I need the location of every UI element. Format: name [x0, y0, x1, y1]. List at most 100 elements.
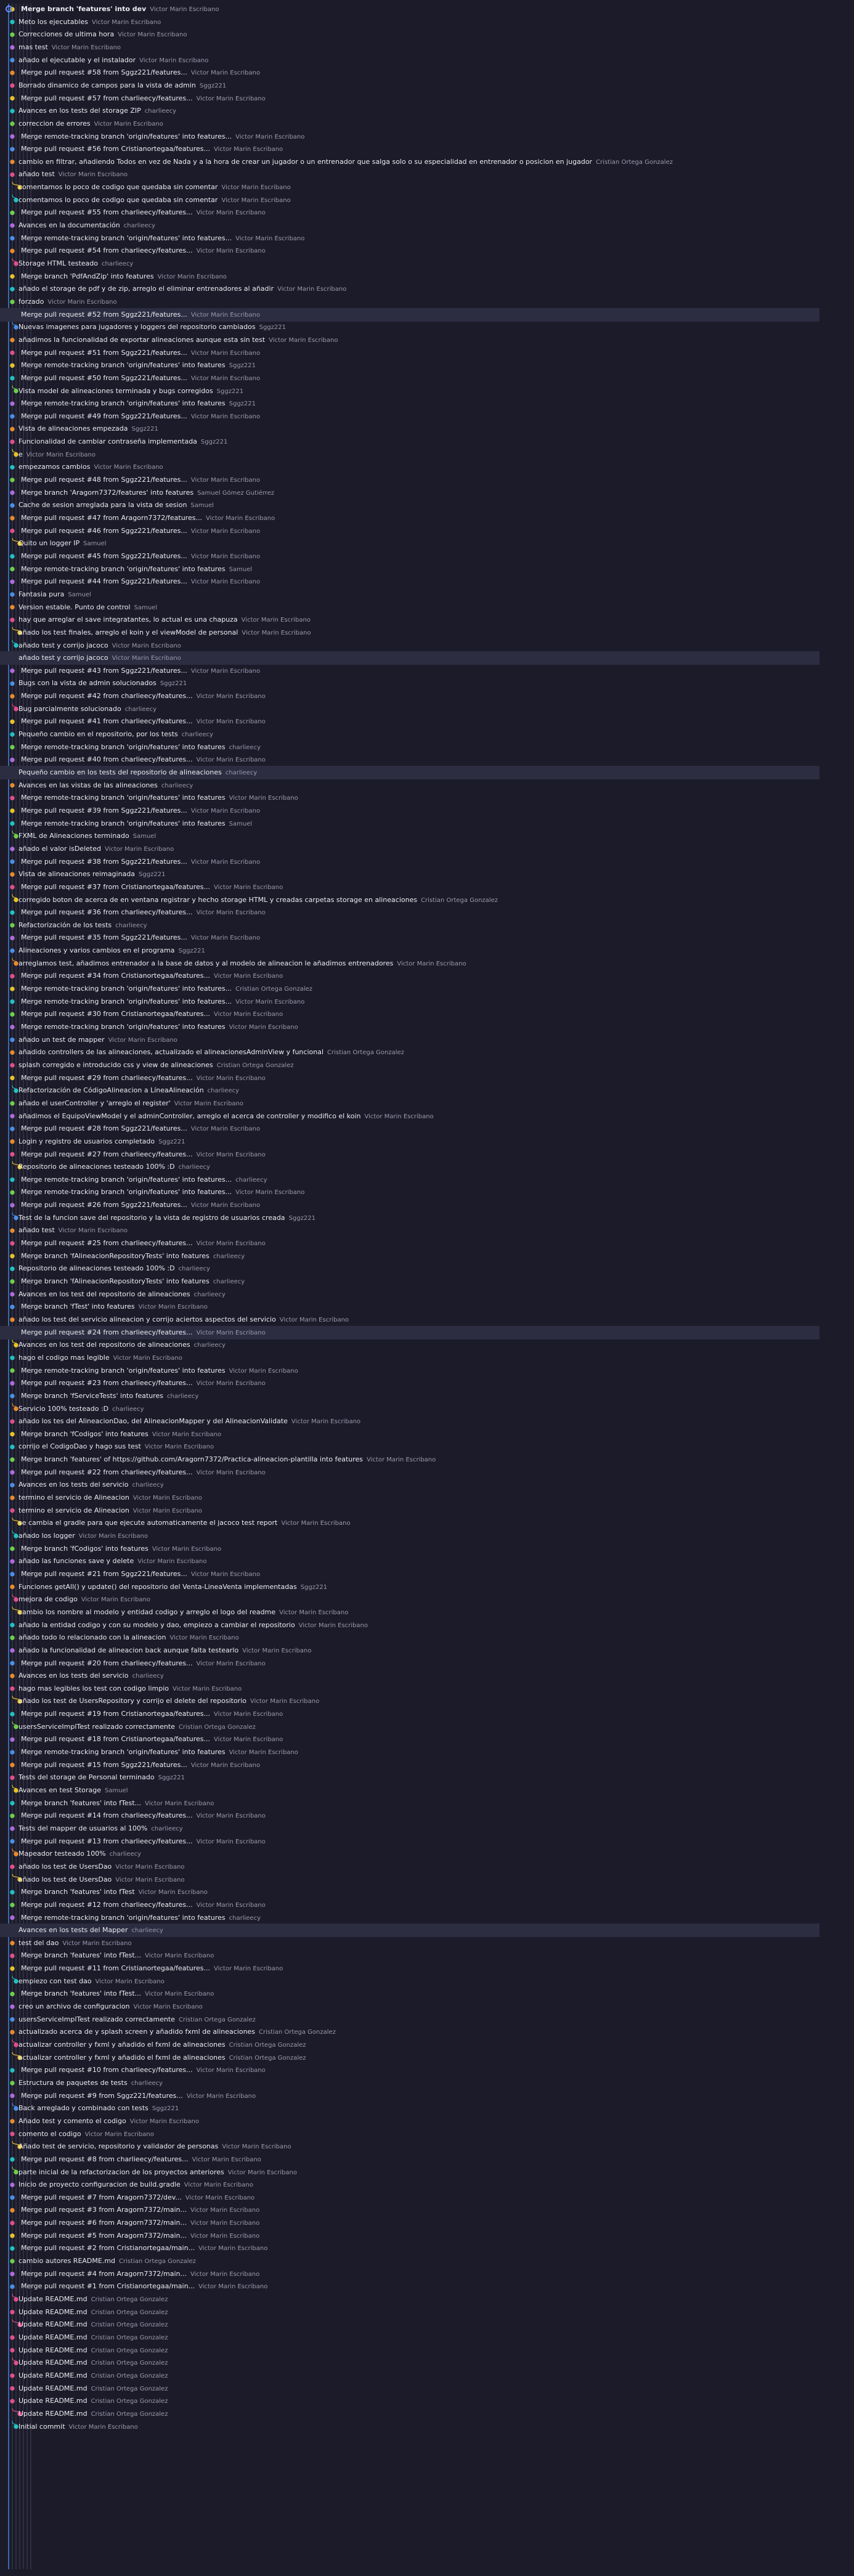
- commit-row[interactable]: Login y registro de usuarios completado S…: [0, 1135, 826, 1148]
- commit-row[interactable]: hago el codigo mas legible Victor Marin E…: [0, 1351, 826, 1365]
- commit-row[interactable]: Merge pull request #43 from Sggz221/feat…: [0, 664, 826, 678]
- commit-row[interactable]: Mapeador testeado 100% charlieecy: [0, 1847, 826, 1861]
- commit-row[interactable]: Avances en los test del repositorio de a…: [0, 1338, 826, 1352]
- commit-row[interactable]: Test de la funcion save del repositorio …: [0, 1211, 826, 1225]
- commit-row[interactable]: Correcciones de ultima hora Victor Marin …: [0, 28, 826, 41]
- commit-row[interactable]: termino el servicio de Alineacion Victor …: [0, 1504, 826, 1518]
- commit-row[interactable]: añado el valor isDeleted Victor Marin Esc…: [0, 842, 826, 856]
- commit-row[interactable]: añado los logger Victor Marin Escribano: [0, 1529, 826, 1543]
- commit-row[interactable]: Merge pull request #20 from charlieecy/f…: [0, 1657, 826, 1670]
- commit-row[interactable]: añado los test de UsersRepository y corr…: [0, 1694, 826, 1708]
- commit-row[interactable]: Merge remote-tracking branch 'origin/fea…: [0, 1173, 826, 1187]
- commit-row[interactable]: actualizar controller y fxml y añadido e…: [0, 2051, 826, 2065]
- commit-row[interactable]: comentamos lo poco de codigo que quedaba…: [0, 193, 826, 207]
- commit-row[interactable]: Merge remote-tracking branch 'origin/fea…: [0, 817, 826, 831]
- commit-row[interactable]: Merge pull request #49 from Sggz221/feat…: [0, 410, 826, 423]
- commit-row[interactable]: Merge pull request #44 from Sggz221/feat…: [0, 575, 826, 588]
- commit-row[interactable]: Repositorio de alineaciones testeado 100…: [0, 1160, 826, 1174]
- commit-row[interactable]: Estructura de paquetes de tests charlieec…: [0, 2076, 826, 2090]
- commit-row[interactable]: Merge pull request #35 from Sggz221/feat…: [0, 931, 826, 945]
- commit-row[interactable]: actualizado acerca de y splash screen y …: [0, 2025, 826, 2039]
- commit-row[interactable]: corrijo el CodigoDao y hago sus test Vict…: [0, 1440, 826, 1453]
- commit-row[interactable]: Merge pull request #30 from Cristianorte…: [0, 1007, 826, 1021]
- commit-row[interactable]: Merge pull request #22 from charlieecy/f…: [0, 1466, 826, 1479]
- commit-row[interactable]: Merge pull request #23 from charlieecy/f…: [0, 1376, 826, 1390]
- commit-row[interactable]: Merge pull request #51 from Sggz221/feat…: [0, 346, 826, 360]
- commit-row[interactable]: parte inicial de la refactorizacion de l…: [0, 2166, 826, 2179]
- commit-row[interactable]: añado los test de UsersDao Victor Marin E…: [0, 1873, 826, 1887]
- commit-row[interactable]: Merge pull request #40 from charlieecy/f…: [0, 753, 826, 766]
- commit-row[interactable]: splash corregido e introducido css y vie…: [0, 1058, 826, 1072]
- commit-row[interactable]: Merge branch 'fCodigos' into features Vic…: [0, 1428, 826, 1441]
- commit-row[interactable]: Merge pull request #7 from Aragorn7372/d…: [0, 2191, 826, 2204]
- commit-row[interactable]: comentamos lo poco de codigo que quedaba…: [0, 181, 826, 194]
- commit-row[interactable]: se cambia el gradle para que ejecute aut…: [0, 1516, 826, 1530]
- commit-row[interactable]: añado el storage de pdf y de zip, arregl…: [0, 282, 826, 296]
- commit-row[interactable]: Update README.md Cristian Ortega Gonzalez: [0, 2293, 826, 2306]
- commit-row[interactable]: Merge branch 'features' into fTest... Vic…: [0, 1987, 826, 2001]
- commit-row[interactable]: Merge remote-tracking branch 'origin/fea…: [0, 1364, 826, 1378]
- commit-row[interactable]: Merge pull request #10 from charlieecy/f…: [0, 2063, 826, 2077]
- commit-row[interactable]: Merge remote-tracking branch 'origin/fea…: [0, 1020, 826, 1034]
- commit-row[interactable]: Merge pull request #27 from charlieecy/f…: [0, 1148, 826, 1161]
- commit-row[interactable]: Tests del storage de Personal terminado S…: [0, 1771, 826, 1784]
- commit-row[interactable]: Update README.md Cristian Ortega Gonzalez: [0, 2394, 826, 2408]
- commit-row[interactable]: Vista model de alineaciones terminada y …: [0, 384, 826, 398]
- commit-row[interactable]: Avances en los test del repositorio de a…: [0, 1288, 826, 1301]
- commit-row[interactable]: hago mas legibles los test con codigo li…: [0, 1682, 826, 1696]
- commit-row[interactable]: Avances en test Storage Samuel: [0, 1784, 826, 1797]
- commit-row[interactable]: Repositorio de alineaciones testeado 100…: [0, 1262, 826, 1275]
- commit-row[interactable]: añado un test de mapper Victor Marin Escr…: [0, 1033, 826, 1047]
- commit-row[interactable]: añado test Victor Marin Escribano: [0, 168, 826, 181]
- commit-row[interactable]: Merge remote-tracking branch 'origin/fea…: [0, 1185, 826, 1199]
- commit-row[interactable]: Merge pull request #26 from Sggz221/feat…: [0, 1198, 826, 1212]
- commit-row[interactable]: Avances en las vistas de las alineacione…: [0, 779, 826, 792]
- commit-row[interactable]: Merge pull request #52 from Sggz221/feat…: [0, 307, 819, 322]
- commit-row[interactable]: Merge remote-tracking branch 'origin/fea…: [0, 232, 826, 245]
- commit-row[interactable]: Bug parcialmente solucionado charlieecy: [0, 702, 826, 716]
- commit-row[interactable]: Merge pull request #28 from Sggz221/feat…: [0, 1122, 826, 1136]
- commit-row[interactable]: Merge pull request #3 from Aragorn7372/m…: [0, 2203, 826, 2217]
- commit-row[interactable]: Borrado dinamico de campos para la vista…: [0, 79, 826, 92]
- commit-row[interactable]: Merge pull request #56 from Cristianorte…: [0, 142, 826, 156]
- commit-row[interactable]: Merge pull request #47 from Aragorn7372/…: [0, 511, 826, 525]
- commit-row[interactable]: Merge pull request #4 from Aragorn7372/m…: [0, 2267, 826, 2281]
- commit-row[interactable]: Merge remote-tracking branch 'origin/fea…: [0, 791, 826, 805]
- commit-row[interactable]: Refactorización de CódigoAlineacion a Lí…: [0, 1084, 826, 1097]
- commit-row[interactable]: Merge pull request #24 from charlieecy/f…: [0, 1325, 819, 1339]
- commit-row[interactable]: Tests del mapper de usuarios al 100% char…: [0, 1822, 826, 1835]
- commit-row[interactable]: usersServiceImplTest realizado correctam…: [0, 2013, 826, 2026]
- commit-row[interactable]: Merge pull request #14 from charlieecy/f…: [0, 1809, 826, 1822]
- commit-row[interactable]: añado el userController y 'arreglo el re…: [0, 1097, 826, 1110]
- commit-row[interactable]: Merge pull request #39 from Sggz221/feat…: [0, 804, 826, 818]
- commit-row[interactable]: cambio en filtrar, añadiendo Todos en ve…: [0, 155, 826, 169]
- commit-row[interactable]: e Victor Marin Escribano: [0, 448, 826, 461]
- commit-row[interactable]: mejora de codigo Victor Marin Escribano: [0, 1593, 826, 1606]
- commit-row[interactable]: Meto los ejecutables Victor Marin Escriba…: [0, 15, 826, 29]
- commit-row[interactable]: Merge pull request #41 from charlieecy/f…: [0, 715, 826, 728]
- commit-row[interactable]: Merge remote-tracking branch 'origin/fea…: [0, 982, 826, 996]
- commit-row[interactable]: Alineaciones y varios cambios en el prog…: [0, 944, 826, 957]
- commit-row[interactable]: Update README.md Cristian Ortega Gonzalez: [0, 2382, 826, 2395]
- commit-row[interactable]: Avances en los tests del servicio charlie…: [0, 1669, 826, 1683]
- commit-row[interactable]: añado las funciones save y delete Victor …: [0, 1554, 826, 1568]
- commit-row[interactable]: correccion de errores Victor Marin Escrib…: [0, 117, 826, 131]
- commit-row[interactable]: añado test Victor Marin Escribano: [0, 1224, 826, 1237]
- commit-row[interactable]: Merge branch 'fTest' into features Victor…: [0, 1300, 826, 1314]
- commit-row[interactable]: Fantasia pura Samuel: [0, 588, 826, 601]
- commit-row[interactable]: Merge pull request #36 from charlieecy/f…: [0, 906, 826, 919]
- commit-row[interactable]: Merge branch 'fAlineacionRepositoryTests…: [0, 1275, 826, 1288]
- commit-row[interactable]: Merge pull request #5 from Aragorn7372/m…: [0, 2229, 826, 2243]
- commit-row[interactable]: añado los test finales, arreglo el koin …: [0, 626, 826, 640]
- commit-row[interactable]: Avances en los tests del servicio charlie…: [0, 1478, 826, 1492]
- commit-row[interactable]: Nuevas imagenes para jugadores y loggers…: [0, 320, 826, 334]
- commit-row[interactable]: Merge remote-tracking branch 'origin/fea…: [0, 1911, 826, 1925]
- commit-row[interactable]: Merge pull request #37 from Cristianorte…: [0, 880, 826, 894]
- commit-row[interactable]: Merge remote-tracking branch 'origin/fea…: [0, 741, 826, 754]
- commit-row[interactable]: hay que arreglar el save integratantes, …: [0, 613, 826, 627]
- commit-row[interactable]: Update README.md Cristian Ortega Gonzalez: [0, 2331, 826, 2344]
- commit-row[interactable]: Avances en los tests del storage ZIP char…: [0, 104, 826, 118]
- commit-row[interactable]: Initial commit Victor Marin Escribano: [0, 2420, 826, 2434]
- commit-row[interactable]: Merge branch 'features' of https://githu…: [0, 1453, 826, 1466]
- commit-row[interactable]: cambio autores README.md Cristian Ortega …: [0, 2254, 826, 2268]
